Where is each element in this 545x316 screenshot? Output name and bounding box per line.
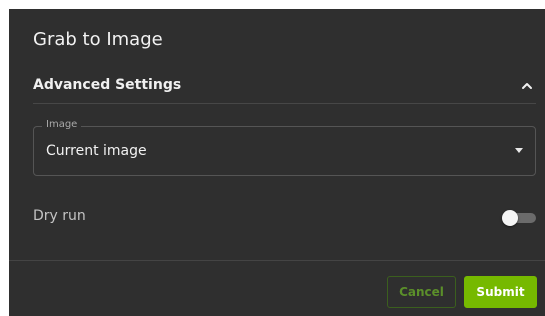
image-select-value: Current image xyxy=(46,143,147,159)
image-select[interactable]: Image Current image xyxy=(33,119,536,176)
submit-button[interactable]: Submit xyxy=(464,276,537,308)
advanced-settings-label: Advanced Settings xyxy=(33,77,182,93)
chevron-up-icon[interactable] xyxy=(520,79,534,93)
advanced-settings-header[interactable]: Advanced Settings xyxy=(33,75,536,104)
dry-run-label: Dry run xyxy=(33,208,86,224)
cancel-button[interactable]: Cancel xyxy=(387,276,456,308)
dry-run-row: Dry run xyxy=(33,207,536,231)
dry-run-toggle[interactable] xyxy=(502,210,536,226)
grab-to-image-dialog: Grab to Image Advanced Settings Image Cu… xyxy=(9,9,545,316)
dialog-title: Grab to Image xyxy=(33,29,163,50)
image-field-legend: Image xyxy=(42,119,82,130)
footer-divider xyxy=(9,260,545,261)
caret-down-icon[interactable] xyxy=(515,148,523,153)
toggle-thumb[interactable] xyxy=(502,210,518,226)
